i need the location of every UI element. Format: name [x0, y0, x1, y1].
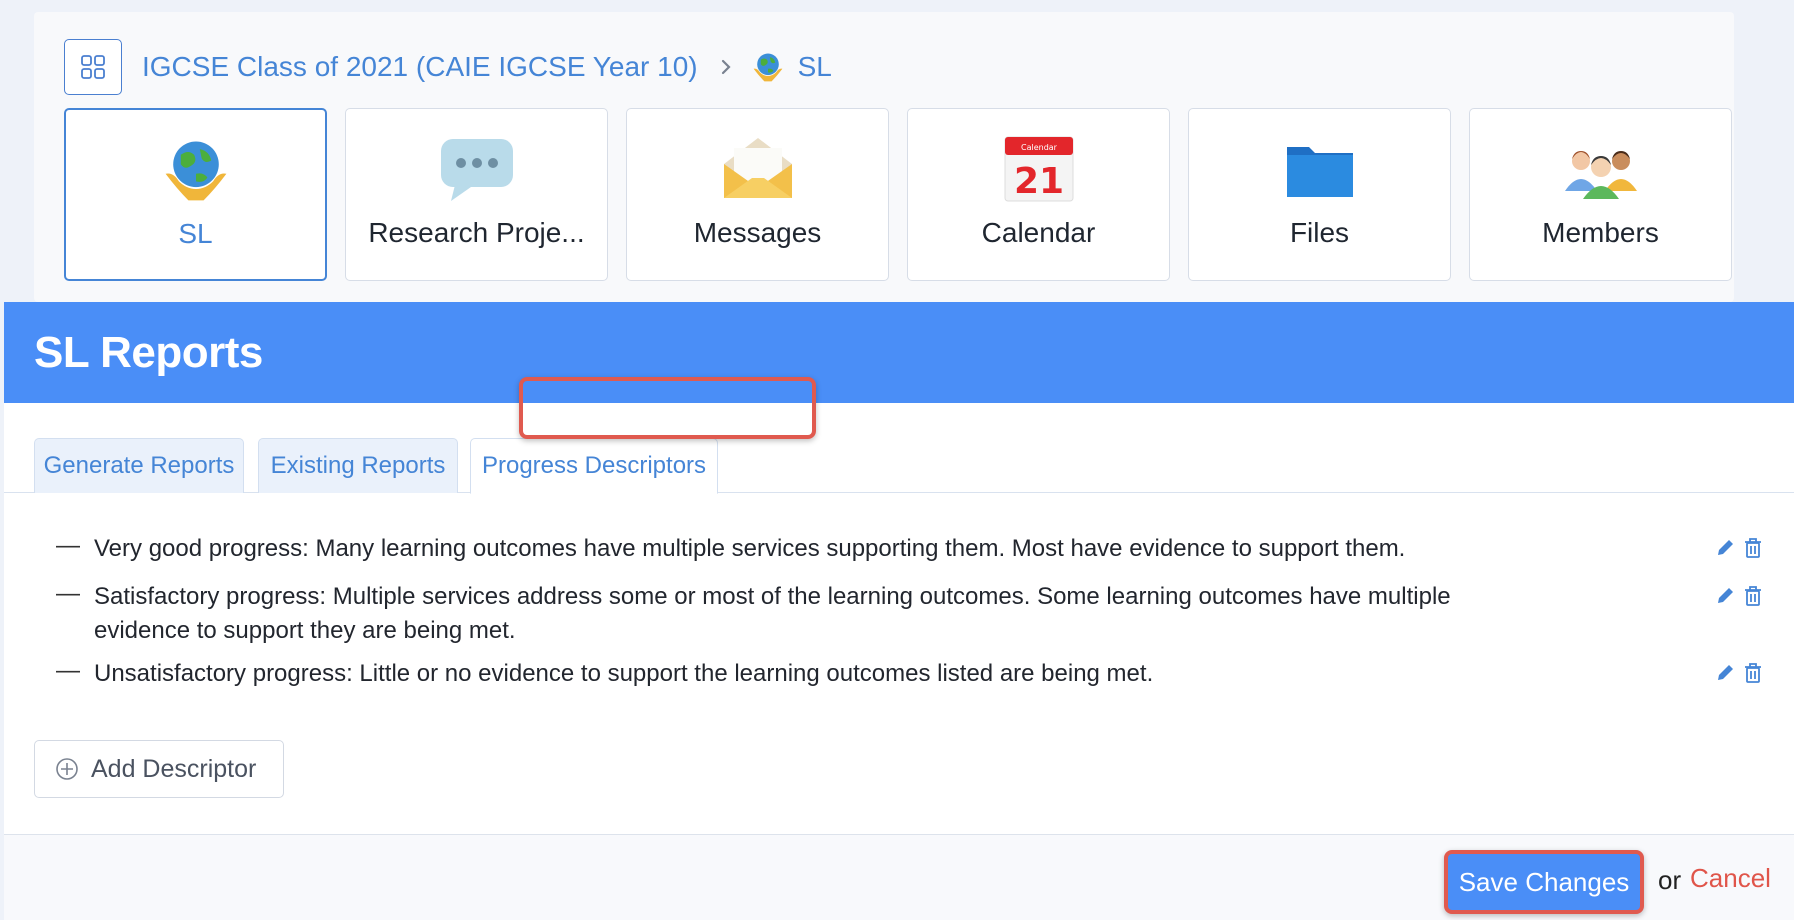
- add-descriptor-label: Add Descriptor: [91, 754, 257, 783]
- chevron-right-icon: [720, 58, 732, 76]
- people-icon: [1559, 131, 1643, 207]
- tile-research-project[interactable]: Research Proje...: [345, 108, 608, 281]
- cancel-link[interactable]: Cancel: [1690, 863, 1771, 894]
- envelope-icon: [716, 131, 800, 207]
- descriptor-text: Unsatisfactory progress: Little or no ev…: [94, 660, 1154, 687]
- edit-pencil-icon[interactable]: [1714, 661, 1736, 685]
- plus-circle-icon: [56, 758, 78, 780]
- tile-messages[interactable]: Messages: [626, 108, 889, 281]
- descriptor-actions: [1714, 536, 1764, 560]
- edit-pencil-icon[interactable]: [1714, 536, 1736, 560]
- descriptor-actions: [1714, 584, 1764, 608]
- chat-bubble-icon: [435, 131, 519, 207]
- globe-hands-icon: [154, 132, 238, 208]
- dash-bullet: —: [56, 532, 80, 559]
- grid-icon: [81, 55, 105, 79]
- breadcrumb-class-link[interactable]: IGCSE Class of 2021 (CAIE IGCSE Year 10): [142, 51, 698, 83]
- tile-members[interactable]: Members: [1469, 108, 1732, 281]
- svg-text:21: 21: [1013, 161, 1063, 202]
- descriptor-text: Satisfactory progress: Multiple services…: [94, 583, 1451, 644]
- add-descriptor-button[interactable]: Add Descriptor: [34, 740, 284, 798]
- trash-icon[interactable]: [1742, 661, 1764, 685]
- globe-hands-icon: [753, 53, 782, 82]
- trash-icon[interactable]: [1742, 536, 1764, 560]
- tile-sl[interactable]: SL: [64, 108, 327, 281]
- save-changes-button[interactable]: Save Changes: [1444, 850, 1644, 914]
- tile-label: Members: [1542, 217, 1659, 248]
- form-footer: Save Changes or Cancel: [4, 834, 1794, 920]
- tile-files[interactable]: Files: [1188, 108, 1451, 281]
- or-text: or: [1658, 865, 1682, 895]
- tile-calendar[interactable]: Calendar 21 Calendar: [907, 108, 1170, 281]
- breadcrumb-current[interactable]: SL: [798, 51, 832, 83]
- folder-icon: [1278, 131, 1362, 207]
- tile-label: Messages: [693, 217, 822, 248]
- dash-bullet: —: [56, 580, 80, 607]
- dash-bullet: —: [56, 657, 80, 684]
- trash-icon[interactable]: [1742, 584, 1764, 608]
- tile-label: SL: [178, 218, 213, 249]
- descriptor-text: Very good progress: Many learning outcom…: [94, 535, 1406, 562]
- tile-label: Calendar: [981, 217, 1096, 248]
- edit-pencil-icon[interactable]: [1714, 584, 1736, 608]
- svg-text:Calendar: Calendar: [1021, 143, 1058, 152]
- calendar-icon: Calendar 21: [997, 131, 1081, 207]
- tile-label: Files: [1289, 217, 1350, 248]
- class-header-card: IGCSE Class of 2021 (CAIE IGCSE Year 10)…: [34, 12, 1734, 302]
- breadcrumb: IGCSE Class of 2021 (CAIE IGCSE Year 10)…: [64, 34, 832, 100]
- tile-label: Research Proje...: [368, 217, 585, 248]
- app-grid-button[interactable]: [64, 39, 122, 95]
- tool-tiles: SL Research Proje... Messages Calendar 2…: [64, 108, 1732, 281]
- descriptor-actions: [1714, 661, 1764, 685]
- descriptor-area: — Very good progress: Many learning outc…: [4, 302, 1794, 920]
